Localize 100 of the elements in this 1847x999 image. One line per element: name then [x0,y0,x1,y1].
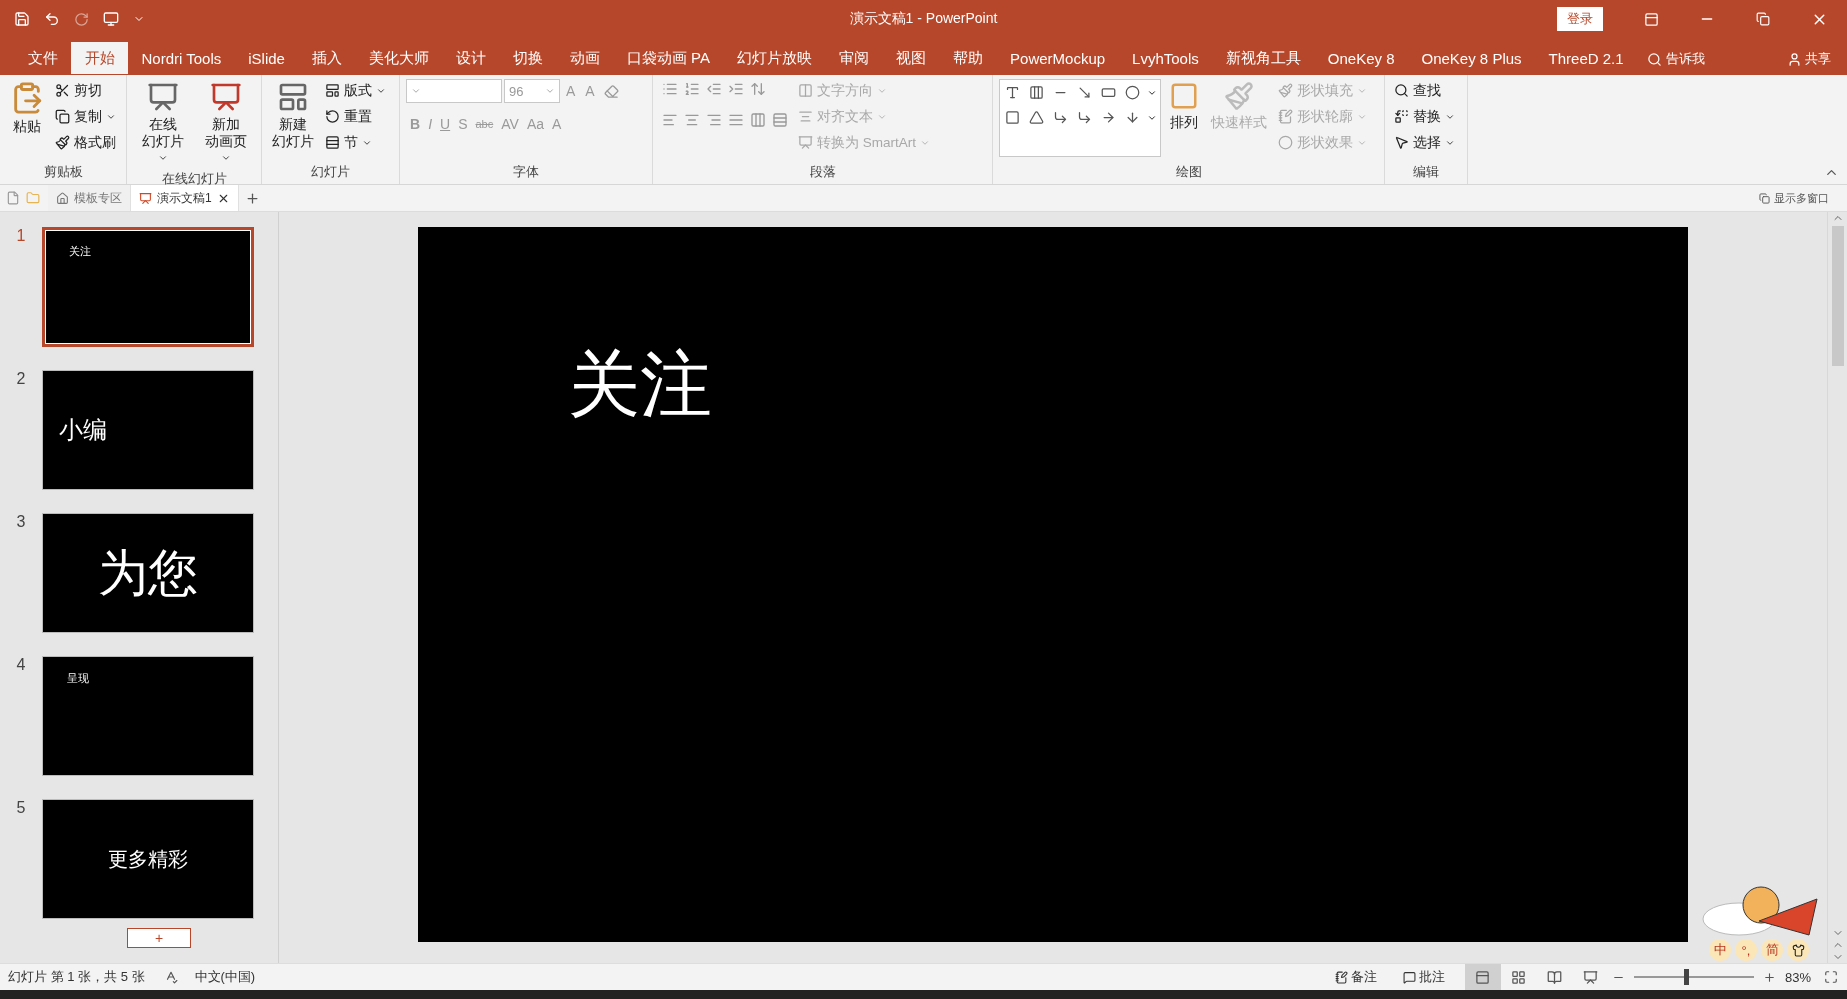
shapes-gallery[interactable] [999,79,1161,157]
normal-view-icon[interactable] [1464,963,1501,991]
slide-thumbnail[interactable]: 呈现 [42,656,254,776]
group-label: 幻灯片 [310,163,351,181]
ribbon-tab[interactable]: 帮助 [939,42,997,74]
ribbon-tab[interactable]: 口袋动画 PA [613,42,724,74]
ribbon-button[interactable]: 复制 [52,105,119,128]
slide-thumbnail[interactable]: 关注 [42,227,254,347]
slide-number: 1 [15,227,27,245]
brush-icon [55,135,70,150]
ribbon-button[interactable]: 选择 [1391,131,1458,154]
present-icon[interactable] [103,11,119,27]
person-icon [1787,51,1802,67]
ribbon-tab[interactable]: 美化大师 [355,42,443,74]
brush-icon [1224,81,1254,111]
slide-thumbnail[interactable]: 更多精彩 [42,799,254,919]
ribbon-button[interactable]: 格式刷 [52,131,119,154]
ribbon-button[interactable]: 替换 [1391,105,1458,128]
ribbon-tab[interactable]: LvyhTools [1118,42,1213,74]
ribbon-tab[interactable]: 设计 [442,42,500,74]
ime-skin-button[interactable] [1787,939,1809,961]
ime-mode-button[interactable]: 中 [1709,939,1731,961]
add-slide-button[interactable]: + [127,928,191,948]
ribbon-tab[interactable]: 审阅 [825,42,883,74]
slide-info: 幻灯片 第 1 张，共 5 张 [8,968,145,986]
ribbon-button[interactable]: 查找 [1391,79,1458,102]
ribbon-tab[interactable]: Nordri Tools [128,42,235,74]
notes-button[interactable]: 备注 [1328,967,1383,987]
share-button[interactable]: 共享 [1787,43,1831,75]
ribbon-tab[interactable]: 文件 [14,42,71,74]
ribbon-button[interactable]: 剪切 [52,79,119,102]
tell-me-field[interactable]: 告诉我 [1647,43,1706,75]
ribbon-tab[interactable]: OneKey 8 [1314,42,1408,74]
layout-icon [325,83,340,98]
vertical-textbox-icon[interactable] [1028,85,1044,100]
arrange-icon [1169,81,1199,111]
oval-icon[interactable] [1124,85,1140,100]
group-label: 剪贴板 [42,163,84,181]
ribbon-tab[interactable]: PowerMockup [996,42,1119,74]
ime-script-button[interactable]: 简 [1761,939,1783,961]
copy-icon [55,109,70,124]
group-label: 编辑 [1412,163,1440,181]
document-tab[interactable]: 演示文稿1 [131,185,239,211]
connector-icon[interactable] [1052,110,1068,125]
group-label: 字体 [512,163,540,181]
slide-number: 2 [15,370,27,388]
login-button[interactable]: 登录 [1557,7,1603,31]
ribbon-tab[interactable]: 新视角工具 [1212,42,1315,74]
ribbon-tab[interactable]: 开始 [71,42,128,74]
rounded-rectangle-icon[interactable] [1004,110,1020,125]
ribbon-tab[interactable]: OneKey 8 Plus [1408,42,1536,74]
ribbon-tab[interactable]: 幻灯片放映 [723,42,826,74]
right-arrow-icon[interactable] [1100,110,1116,125]
font-size-field[interactable]: 96 [504,79,560,103]
align-text-icon [798,109,813,124]
ribbon-button[interactable]: 重置 [322,105,389,128]
slide-icon [209,81,242,113]
ribbon-button[interactable]: 新加 动画页 [196,79,255,169]
font-name-field[interactable] [406,79,502,103]
slide-number: 3 [15,513,27,531]
vertical-scrollbar[interactable] [1827,212,1847,963]
undo-icon[interactable] [44,11,60,27]
paste-button[interactable]: 粘贴 [6,79,48,137]
new-slide-button[interactable]: 新建 幻灯片 [268,79,318,152]
ribbon-button[interactable]: 在线 幻灯片 [133,79,192,169]
scissors-icon [55,83,70,98]
comments-button[interactable]: 批注 [1396,967,1451,987]
reset-icon [325,109,340,124]
language-label: 中文(中国) [194,968,256,986]
ribbon-tab[interactable]: ThreeD 2.1 [1535,42,1638,74]
cursor-icon [1394,135,1409,150]
caret-icon [157,153,168,163]
textbox-icon[interactable] [1004,85,1020,100]
redo-icon[interactable] [74,11,89,27]
slide-icon [146,81,179,113]
replace-icon [1394,109,1409,124]
ribbon-button[interactable]: 版式 [322,79,389,102]
ribbon-button[interactable]: 节 [322,131,389,154]
down-arrow-icon[interactable] [1124,110,1140,125]
group-label: 在线幻灯片 [160,170,228,188]
search-icon [1394,83,1409,98]
window-title: 演示文稿1 - PowerPoint [849,10,998,28]
ime-punctuation-button[interactable]: °, [1735,939,1757,961]
ribbon-tab[interactable]: 切换 [499,42,557,74]
slide-thumbnail[interactable]: 小编 [42,370,254,490]
caret-icon [220,153,231,163]
elbow-arrow-icon[interactable] [1076,110,1092,125]
rectangle-icon[interactable] [1100,85,1116,100]
save-icon[interactable] [14,11,30,27]
ribbon-tab[interactable]: 动画 [556,42,614,74]
ribbon-tab[interactable]: iSlide [234,42,299,74]
zoom-thumb[interactable] [1684,969,1690,985]
triangle-icon[interactable] [1028,110,1044,125]
zoom-level: 83% [1784,969,1811,985]
arrange-button[interactable]: 排列 [1165,79,1203,133]
ribbon-tab[interactable]: 插入 [298,42,356,74]
multi-window-button[interactable]: 显示多窗口 [1759,185,1829,211]
slide-thumbnail[interactable]: 为您 [42,513,254,633]
scrollbar-thumb[interactable] [1831,226,1844,366]
ribbon-tab[interactable]: 视图 [882,42,940,74]
